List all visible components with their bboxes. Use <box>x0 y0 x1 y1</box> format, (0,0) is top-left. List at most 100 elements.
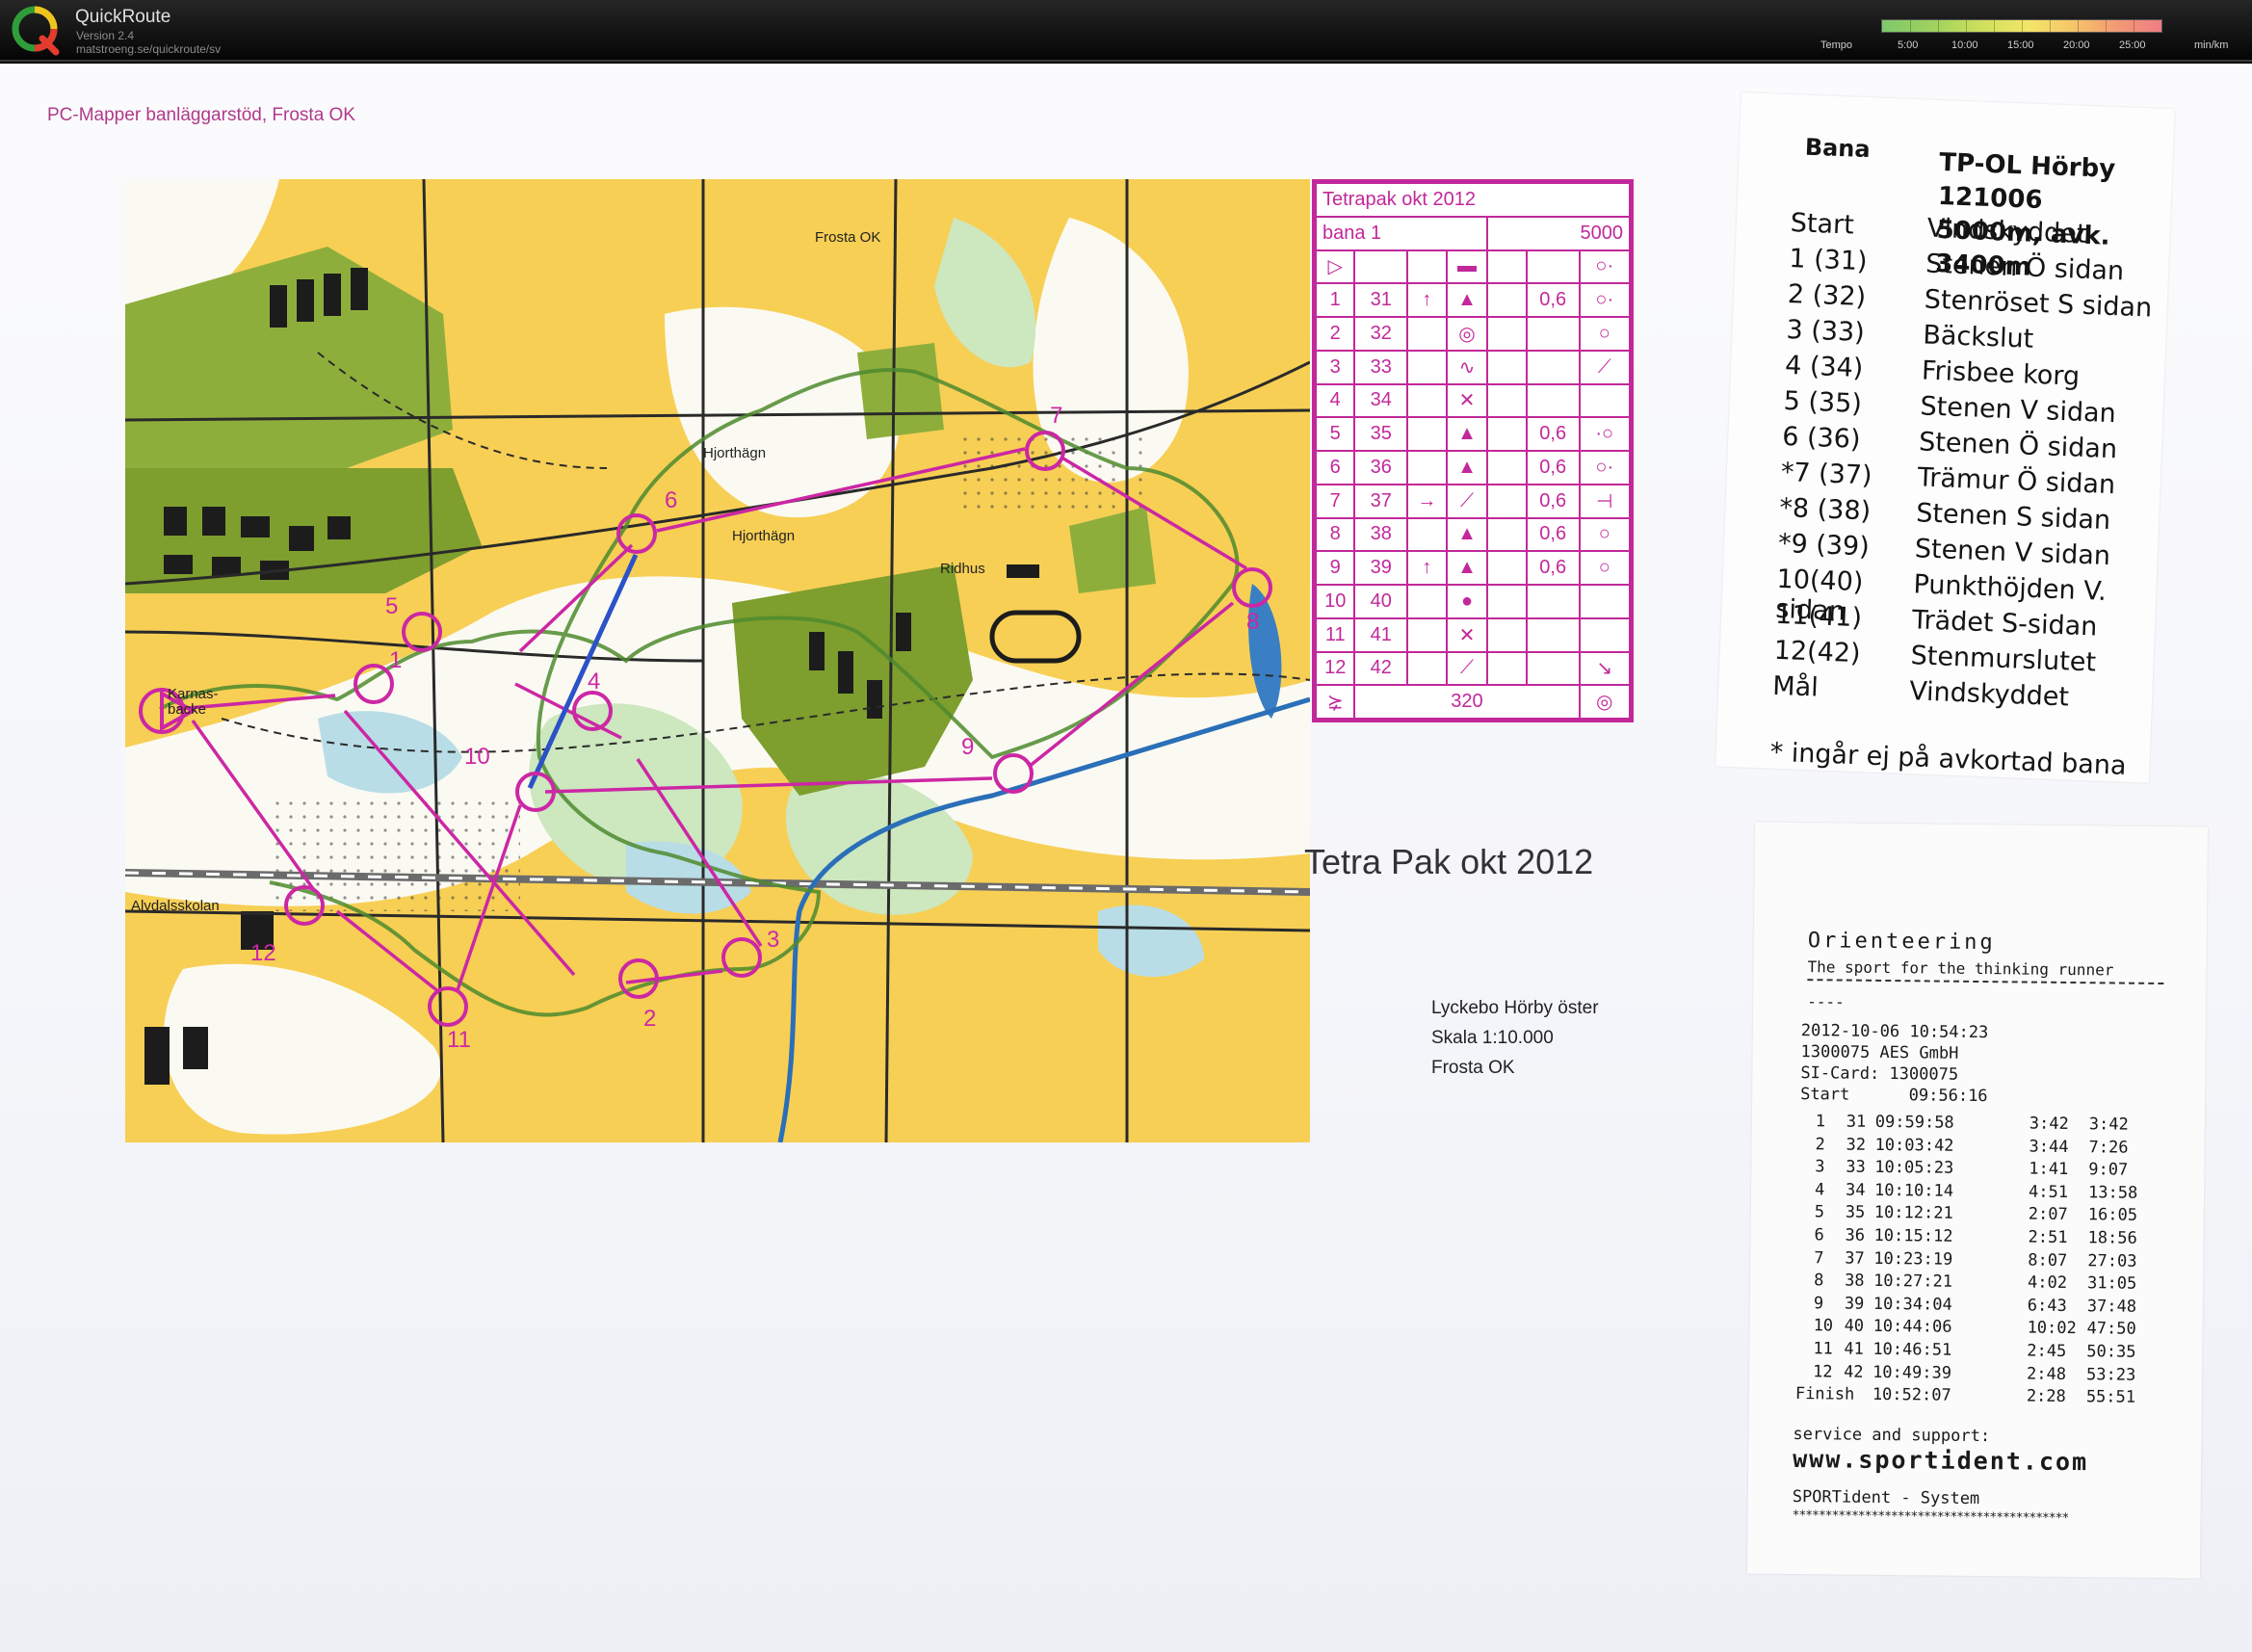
receipt-split-code: 31 <box>1846 1112 1867 1132</box>
cd-seq: 4 <box>1314 382 1356 419</box>
cd-dimension <box>1525 382 1581 419</box>
note-control: *8 (38) <box>1778 492 1872 527</box>
receipt-split-leg: 4:51 <box>2028 1182 2069 1202</box>
cd-feature-icon: ▲ <box>1445 416 1489 452</box>
cd-code: 42 <box>1353 650 1409 687</box>
cd-row: 2 32 ◎ ○ <box>1314 316 1632 352</box>
note-description: Stenen Ö sidan <box>1918 427 2118 465</box>
receipt-split-total: 50:35 <box>2086 1342 2136 1362</box>
receipt-datetime: 2012-10-06 10:54:23 <box>1800 1021 1989 1043</box>
receipt-split-leg: 2:45 <box>2027 1341 2067 1361</box>
receipt-split-total: 37:48 <box>2086 1296 2137 1317</box>
cd-course-length: 5000 <box>1486 215 1631 251</box>
cd-dimension: 0,6 <box>1525 282 1581 318</box>
note-control: 11(41) <box>1774 599 1863 634</box>
map-canvas[interactable]: PC-Mapper banläggarstöd, Frosta OK 1 2 3… <box>0 64 2252 1652</box>
receipt-split-leg: 1:41 <box>2029 1159 2069 1180</box>
tempo-tick: 20:00 <box>2063 39 2090 51</box>
receipt-dashes: ---- <box>1807 992 1845 1011</box>
receipt-split-n: 11 <box>1813 1339 1833 1359</box>
note-control: *7 (37) <box>1780 457 1873 491</box>
cd-location-icon: ↘ <box>1578 650 1632 687</box>
receipt-split-leg: 6:43 <box>2027 1296 2067 1316</box>
control-description-sheet: Tetrapak okt 2012 bana 1 5000 ▷ ▬ ○· 1 31… <box>1312 179 1634 722</box>
map-caption: Tetra Pak okt 2012 <box>1304 842 1594 881</box>
cd-feature-icon: ◎ <box>1445 316 1489 352</box>
cd-direction <box>1406 416 1448 452</box>
receipt-divider <box>1807 979 2164 985</box>
tempo-tick: 10:00 <box>1951 39 1978 51</box>
receipt-split-time: 10:52:07 <box>1872 1384 1951 1405</box>
app-name: QuickRoute <box>75 7 171 27</box>
control-number: 11 <box>447 1027 471 1053</box>
cd-row: 10 40 ● <box>1314 584 1632 619</box>
cd-row: 8 38 ▲ 0,6 ○ <box>1314 516 1632 553</box>
control-number: 9 <box>961 734 975 760</box>
cd-seq: 10 <box>1314 584 1356 619</box>
cd-blank <box>1486 616 1528 653</box>
control-number: 2 <box>643 1006 657 1032</box>
map-place: Lyckebo Hörby öster <box>1431 998 1599 1018</box>
note-description: Stenen V sidan <box>1914 534 2111 572</box>
cd-code: 36 <box>1353 450 1409 485</box>
note-control: 4 (34) <box>1784 350 1864 384</box>
cd-seq: 11 <box>1314 616 1356 653</box>
start-location-icon: ○· <box>1578 249 1632 285</box>
cd-direction <box>1406 349 1448 385</box>
note-control: 6 (36) <box>1781 421 1862 455</box>
tempo-legend: Tempo 5:00 10:00 15:00 20:00 25:00 min/k… <box>1820 15 2252 54</box>
receipt-split-code: 39 <box>1844 1294 1865 1314</box>
note-control: 2 (32) <box>1787 279 1867 313</box>
receipt-split-total: 47:50 <box>2086 1319 2136 1340</box>
note-control: 1 (31) <box>1788 244 1869 277</box>
note-description: Stenen S sidan <box>1915 498 2111 537</box>
place-name: Karnas- <box>168 686 219 702</box>
cd-location-icon: ·○ <box>1578 416 1632 452</box>
cd-location-icon: ⟋ <box>1578 349 1632 385</box>
cd-location-icon: ○ <box>1578 316 1632 352</box>
receipt-tagline: The sport for the thinking runner <box>1807 957 2114 980</box>
receipt-start: Start 09:56:16 <box>1800 1085 1988 1107</box>
receipt-split-time: 10:23:19 <box>1873 1248 1953 1270</box>
control-number: 6 <box>665 487 678 513</box>
cd-blank <box>1486 316 1528 352</box>
receipt-split-code: 41 <box>1844 1339 1864 1359</box>
receipt-split-total: 9:07 <box>2088 1160 2129 1180</box>
receipt-split-n: 2 <box>1815 1134 1825 1154</box>
receipt-split-n: 5 <box>1814 1202 1825 1222</box>
cd-seq: 9 <box>1314 550 1356 586</box>
tempo-label: Tempo <box>1820 39 1853 51</box>
receipt-split-total: 16:05 <box>2087 1205 2138 1226</box>
receipt-split-total: 27:03 <box>2087 1250 2137 1272</box>
receipt-split-code: 34 <box>1845 1180 1866 1200</box>
cd-row: 11 41 ✕ <box>1314 616 1632 653</box>
note-control: 12(42) <box>1773 635 1862 669</box>
cd-blank <box>1486 416 1528 452</box>
cd-feature-icon: ✕ <box>1445 616 1489 653</box>
receipt-split-time: 10:34:04 <box>1872 1294 1952 1315</box>
cd-code: 39 <box>1353 550 1409 586</box>
map-graphic <box>125 179 1310 1142</box>
cd-dimension <box>1525 584 1581 619</box>
map-heading: PC-Mapper banläggarstöd, Frosta OK <box>47 105 355 125</box>
cd-location-icon: ⊣ <box>1578 483 1632 519</box>
note-control: Mål <box>1771 670 1820 703</box>
note-row: 3 (33) Bäckslut <box>1786 315 2034 354</box>
place-name: backe <box>168 701 207 718</box>
cd-dimension: 0,6 <box>1525 516 1581 553</box>
tempo-color-scale <box>1881 19 2162 33</box>
control-number: 1 <box>389 647 403 673</box>
cd-blank <box>1486 516 1528 553</box>
app-url-link[interactable]: matstroeng.se/quickroute/sv <box>76 42 221 56</box>
note-title-line: TP-OL Hörby 121006 <box>1937 147 2116 216</box>
quickroute-logo-icon <box>12 6 60 56</box>
receipt-split-leg: 3:44 <box>2029 1137 2069 1157</box>
orienteering-map[interactable]: 1 2 3 4 5 6 7 8 9 10 11 12 Frosta OK Hjo… <box>125 179 1310 1142</box>
note-control: 3 (33) <box>1785 314 1866 349</box>
place-name: Frosta OK <box>815 229 881 246</box>
receipt-si-card: SI-Card: 1300075 <box>1800 1063 1959 1085</box>
cd-dimension <box>1525 616 1581 653</box>
note-control: *9 (39) <box>1777 528 1871 563</box>
note-description: Stenmurslutet <box>1910 641 2097 678</box>
cd-row: 1 31 ↑ ▲ 0,6 ○· <box>1314 282 1632 318</box>
